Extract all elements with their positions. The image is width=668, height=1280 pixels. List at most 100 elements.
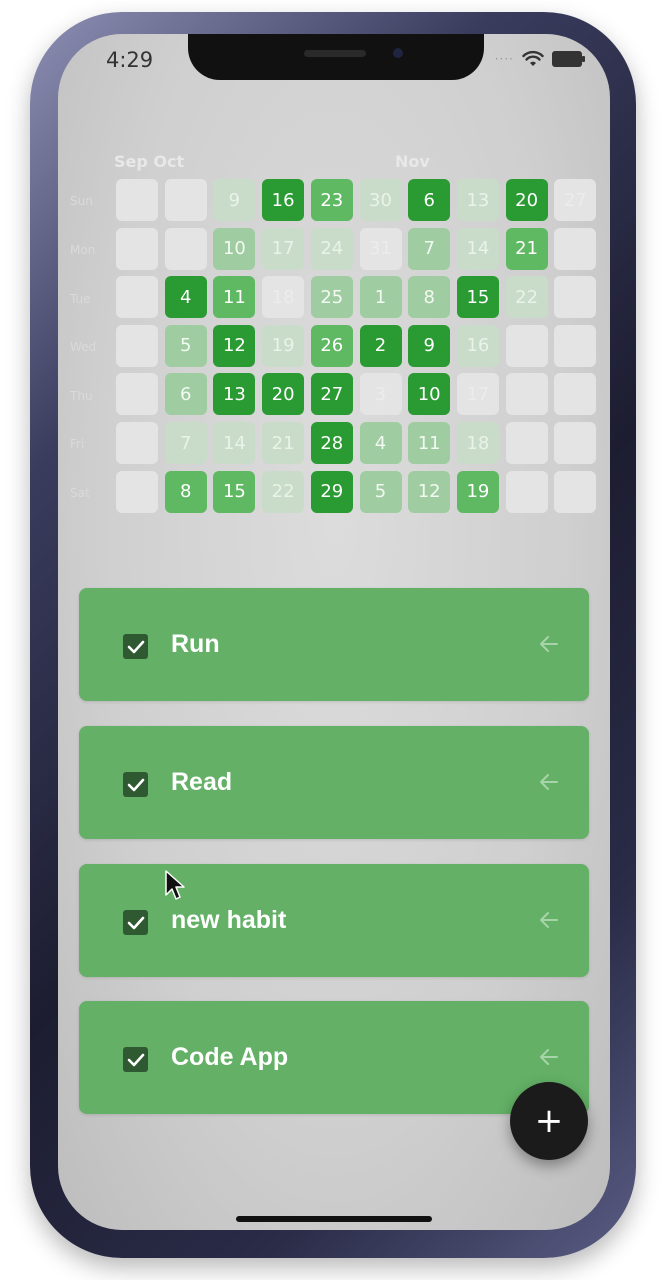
check-icon xyxy=(127,640,144,653)
calendar-day-cell[interactable]: 13 xyxy=(213,373,256,416)
calendar-day-cell[interactable]: 10 xyxy=(213,227,256,270)
calendar-day-cell[interactable]: 22 xyxy=(505,276,548,319)
calendar-day-cell[interactable]: 9 xyxy=(408,324,451,367)
calendar-day-cell[interactable]: 5 xyxy=(164,324,207,367)
month-label-nov: Nov xyxy=(395,152,430,171)
arrow-left-icon[interactable] xyxy=(537,908,561,932)
calendar-day-cell[interactable]: 14 xyxy=(456,227,499,270)
habit-label: Run xyxy=(171,630,220,658)
habit-label: new habit xyxy=(171,906,287,934)
check-icon xyxy=(127,1053,144,1066)
calendar-day-cell[interactable]: 26 xyxy=(310,324,353,367)
calendar-day-cell[interactable]: 12 xyxy=(408,470,451,513)
calendar-day-cell[interactable]: 29 xyxy=(310,470,353,513)
calendar-day-cell[interactable]: 27 xyxy=(310,373,353,416)
calendar-day-cell[interactable]: 22 xyxy=(262,470,305,513)
calendar-day-cell[interactable]: 3 xyxy=(359,373,402,416)
calendar-day-cell[interactable] xyxy=(116,422,158,464)
calendar-day-cell[interactable]: 4 xyxy=(164,276,207,319)
calendar-day-cell[interactable] xyxy=(505,422,548,464)
arrow-left-icon[interactable] xyxy=(537,770,561,794)
habit-checkbox[interactable] xyxy=(123,634,148,659)
calendar-day-cell[interactable] xyxy=(164,227,207,270)
calendar-day-cell[interactable]: 21 xyxy=(262,422,305,464)
calendar-day-cell[interactable]: 5 xyxy=(359,470,402,513)
calendar-day-cell[interactable]: 21 xyxy=(505,227,548,270)
calendar-day-cell[interactable] xyxy=(554,373,597,416)
calendar-day-cell[interactable]: 10 xyxy=(408,373,451,416)
check-icon xyxy=(127,778,144,791)
calendar-day-cell[interactable] xyxy=(554,227,597,270)
calendar-day-cell[interactable] xyxy=(554,422,597,464)
habit-checkbox[interactable] xyxy=(123,772,148,797)
add-habit-button[interactable]: + xyxy=(510,1082,588,1160)
calendar-day-cell[interactable]: 16 xyxy=(262,179,305,221)
day-label-wed: Wed xyxy=(70,340,97,354)
habit-label: Read xyxy=(171,768,233,796)
habit-card-code-app[interactable]: Code App xyxy=(79,1001,589,1114)
calendar-day-cell[interactable]: 6 xyxy=(408,179,451,221)
habit-checkbox[interactable] xyxy=(123,910,148,935)
calendar-day-cell[interactable]: 17 xyxy=(262,227,305,270)
calendar-day-cell[interactable]: 19 xyxy=(456,470,499,513)
day-label-thu: Thu xyxy=(70,389,93,403)
calendar-day-cell[interactable]: 17 xyxy=(456,373,499,416)
calendar-day-cell[interactable]: 14 xyxy=(213,422,256,464)
calendar-day-cell[interactable]: 24 xyxy=(310,227,353,270)
calendar-day-cell[interactable]: 25 xyxy=(310,276,353,319)
day-label-tue: Tue xyxy=(70,292,91,306)
habit-card-run[interactable]: Run xyxy=(79,588,589,701)
calendar-day-cell[interactable]: 16 xyxy=(456,324,499,367)
habit-checkbox[interactable] xyxy=(123,1047,148,1072)
calendar-day-cell[interactable]: 15 xyxy=(456,276,499,319)
calendar-day-cell[interactable]: 27 xyxy=(554,179,597,221)
calendar-day-cell[interactable]: 8 xyxy=(408,276,451,319)
calendar-day-cell[interactable]: 4 xyxy=(359,422,402,464)
app-screen: 4:29 ···· Sep Oct Nov Sun Mon Tue Wed Th… xyxy=(58,34,610,1230)
calendar-day-cell[interactable] xyxy=(116,179,158,221)
calendar-day-cell[interactable] xyxy=(116,373,158,416)
home-indicator[interactable] xyxy=(236,1216,432,1222)
calendar-day-cell[interactable]: 2 xyxy=(359,324,402,367)
calendar-day-cell[interactable] xyxy=(116,324,158,367)
calendar-day-cell[interactable] xyxy=(116,276,158,319)
calendar-day-cell[interactable] xyxy=(505,324,548,367)
calendar-day-cell[interactable] xyxy=(505,373,548,416)
calendar-day-cell[interactable]: 9 xyxy=(213,179,256,221)
habit-label: Code App xyxy=(171,1043,289,1071)
phone-frame: 4:29 ···· Sep Oct Nov Sun Mon Tue Wed Th… xyxy=(30,12,636,1258)
calendar-day-cell[interactable] xyxy=(554,276,597,319)
habit-card-read[interactable]: Read xyxy=(79,726,589,839)
calendar-day-cell[interactable] xyxy=(116,470,158,513)
calendar-day-cell[interactable]: 30 xyxy=(359,179,402,221)
calendar-day-cell[interactable]: 1 xyxy=(359,276,402,319)
calendar-day-cell[interactable]: 15 xyxy=(213,470,256,513)
day-label-mon: Mon xyxy=(70,243,96,257)
calendar-day-cell[interactable] xyxy=(164,179,207,221)
calendar-day-cell[interactable]: 23 xyxy=(310,179,353,221)
calendar-day-cell[interactable]: 19 xyxy=(262,324,305,367)
calendar-day-cell[interactable]: 11 xyxy=(213,276,256,319)
calendar-day-cell[interactable] xyxy=(116,227,158,270)
calendar-day-cell[interactable]: 28 xyxy=(310,422,353,464)
calendar-day-cell[interactable]: 12 xyxy=(213,324,256,367)
calendar-day-cell[interactable]: 31 xyxy=(359,227,402,270)
calendar-day-cell[interactable]: 7 xyxy=(408,227,451,270)
calendar-day-cell[interactable]: 18 xyxy=(262,276,305,319)
calendar-day-cell[interactable] xyxy=(554,470,597,513)
calendar-day-cell[interactable]: 20 xyxy=(262,373,305,416)
calendar-day-cell[interactable]: 18 xyxy=(456,422,499,464)
calendar-day-cell[interactable]: 7 xyxy=(164,422,207,464)
calendar-day-cell[interactable]: 8 xyxy=(164,470,207,513)
arrow-left-icon[interactable] xyxy=(537,632,561,656)
calendar-day-cell[interactable]: 20 xyxy=(505,179,548,221)
arrow-left-icon[interactable] xyxy=(537,1045,561,1069)
calendar-day-cell[interactable]: 11 xyxy=(408,422,451,464)
calendar-day-cell[interactable] xyxy=(554,324,597,367)
habit-card-new-habit[interactable]: new habit xyxy=(79,864,589,977)
mouse-cursor-icon xyxy=(165,870,185,900)
day-label-sat: Sat xyxy=(70,486,90,500)
calendar-day-cell[interactable] xyxy=(505,470,548,513)
calendar-day-cell[interactable]: 13 xyxy=(456,179,499,221)
calendar-day-cell[interactable]: 6 xyxy=(164,373,207,416)
